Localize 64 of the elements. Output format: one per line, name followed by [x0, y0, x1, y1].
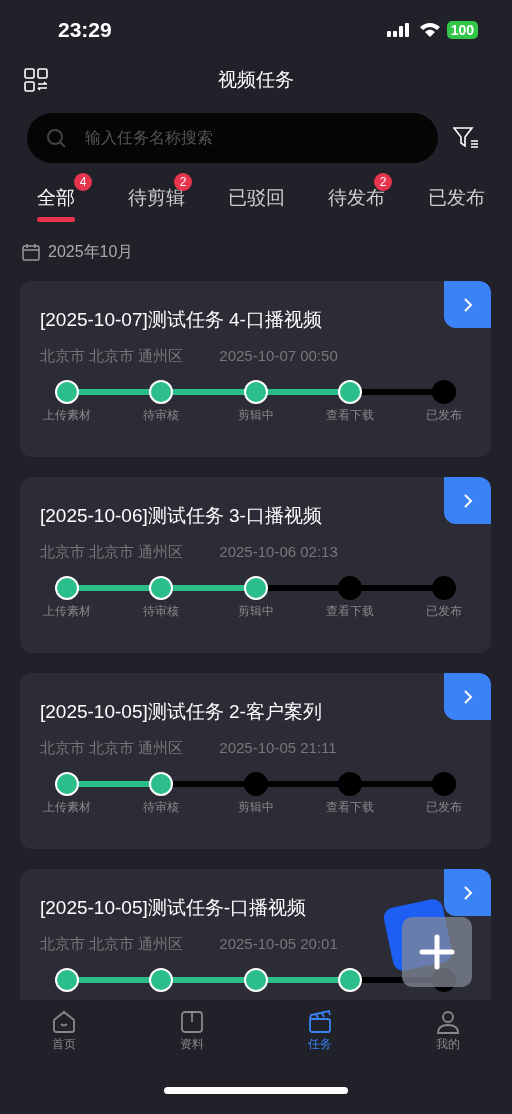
filter-tab[interactable]: 已驳回 — [227, 181, 285, 213]
step-label: 已发布 — [425, 603, 462, 620]
task-title: [2025-10-06]测试任务 3-口播视频 — [40, 504, 323, 528]
task-location: 北京市 北京市 通州区 — [40, 739, 184, 758]
step-label: 已发布 — [425, 799, 462, 816]
chevron-right-icon — [462, 688, 473, 705]
status-time: 23:29 — [58, 18, 112, 42]
task-card[interactable]: [2025-10-05]测试任务 2-客户案列 北京市 北京市 通州区 2025-10-05 21:11 上传素材 待审核 剪辑中 查看下载 已发布 — [20, 673, 491, 849]
wifi-icon — [418, 22, 441, 38]
open-button[interactable] — [444, 869, 491, 916]
battery-indicator: 100 — [446, 21, 478, 39]
book-icon — [180, 1010, 204, 1034]
step-label: 查看下载 — [325, 603, 374, 620]
nav-tab[interactable]: 任务 — [256, 1010, 384, 1060]
task-title: [2025-10-07]测试任务 4-口播视频 — [40, 308, 323, 332]
step-label: 剪辑中 — [237, 603, 274, 620]
chevron-right-icon — [462, 492, 473, 509]
chevron-right-icon — [462, 884, 473, 901]
step-label: 剪辑中 — [237, 407, 274, 424]
step-label: 待审核 — [143, 407, 180, 424]
step-label: 查看下载 — [325, 407, 374, 424]
task-location: 北京市 北京市 通州区 — [40, 347, 184, 366]
step-label: 待审核 — [143, 799, 180, 816]
open-button[interactable] — [444, 673, 491, 720]
nav-tab[interactable]: 首页 — [0, 1010, 128, 1060]
step-label: 上传素材 — [43, 799, 92, 816]
task-time: 2025-10-06 02:13 — [219, 543, 338, 562]
month-label: 2025年10月 — [48, 241, 134, 262]
search-icon — [45, 127, 67, 149]
task-time: 2025-10-07 00:50 — [219, 347, 338, 366]
page-title: 视频任务 — [218, 68, 294, 92]
task-time: 2025-10-05 20:01 — [219, 935, 338, 954]
step-label: 上传素材 — [43, 407, 92, 424]
count-badge: 2 — [174, 173, 192, 191]
nav-tab[interactable]: 我的 — [384, 1010, 512, 1060]
plus-icon — [419, 934, 455, 970]
step-label: 待审核 — [143, 603, 180, 620]
step-label: 已发布 — [425, 407, 462, 424]
filter-tab[interactable]: 已发布 — [427, 181, 485, 213]
task-location: 北京市 北京市 通州区 — [40, 935, 184, 954]
person-icon — [436, 1010, 460, 1034]
chevron-right-icon — [462, 296, 473, 313]
task-card[interactable]: [2025-10-06]测试任务 3-口播视频 北京市 北京市 通州区 2025-10-06 02:13 上传素材 待审核 剪辑中 查看下载 已发布 — [20, 477, 491, 653]
task-title: [2025-10-05]测试任务 2-客户案列 — [40, 700, 323, 724]
count-badge: 4 — [74, 173, 92, 191]
filter-icon[interactable] — [453, 126, 479, 150]
nav-tab[interactable]: 资料 — [128, 1010, 256, 1060]
search-field[interactable]: 输入任务名称搜索 — [27, 113, 438, 163]
task-card[interactable]: [2025-10-07]测试任务 4-口播视频 北京市 北京市 通州区 2025-10-07 00:50 上传素材 待审核 剪辑中 查看下载 已发布 — [20, 281, 491, 457]
open-button[interactable] — [444, 477, 491, 524]
open-button[interactable] — [444, 281, 491, 328]
task-location: 北京市 北京市 通州区 — [40, 543, 184, 562]
calendar-icon — [22, 243, 40, 261]
clapperboard-icon — [308, 1010, 332, 1034]
step-label: 查看下载 — [325, 799, 374, 816]
step-label: 上传素材 — [43, 603, 92, 620]
task-title: [2025-10-05]测试任务-口播视频 — [40, 896, 308, 920]
home-icon — [52, 1010, 76, 1034]
task-card[interactable]: [2025-10-05]测试任务-口播视频 北京市 北京市 通州区 2025-10-05 20:01 — [20, 869, 491, 1000]
tab-underline — [37, 217, 75, 222]
task-time: 2025-10-05 21:11 — [219, 739, 337, 758]
filter-tab[interactable]: 全部 — [37, 181, 75, 213]
grid-switch-icon[interactable] — [24, 68, 48, 92]
step-label: 剪辑中 — [237, 799, 274, 816]
